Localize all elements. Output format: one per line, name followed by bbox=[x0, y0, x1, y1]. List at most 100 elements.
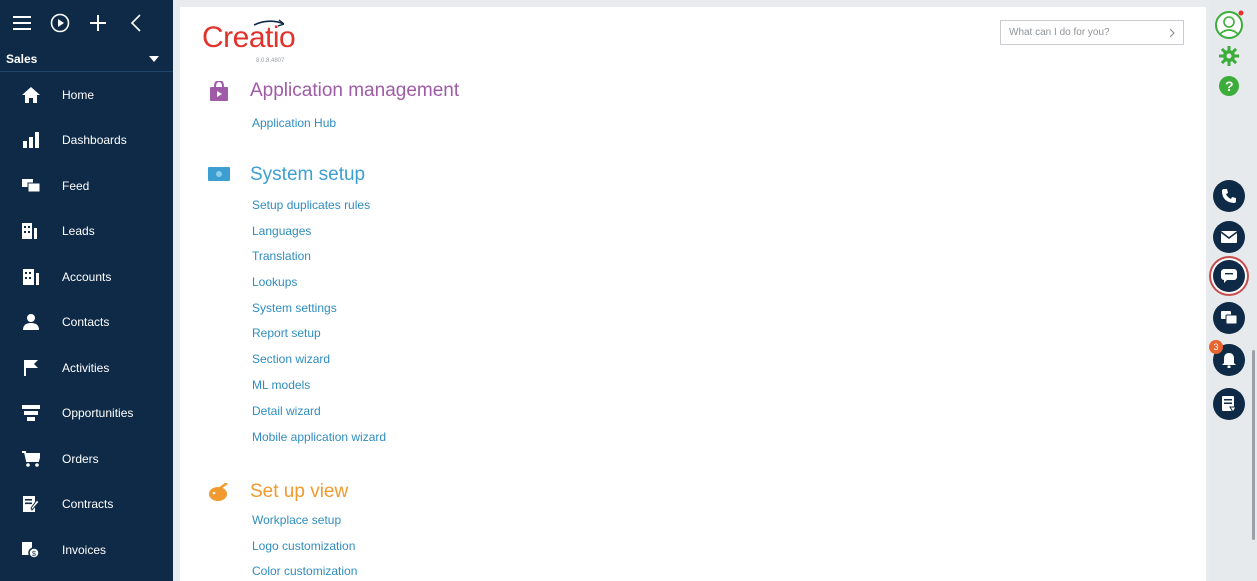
sidebar-item-leads[interactable]: Leads bbox=[0, 209, 173, 255]
dashboards-icon bbox=[22, 131, 40, 149]
opportunities-icon bbox=[22, 404, 40, 422]
sidebar-item-accounts[interactable]: Accounts bbox=[0, 254, 173, 300]
feed-icon bbox=[1221, 311, 1237, 325]
version-label: 8.0.8.4807 bbox=[256, 58, 285, 64]
workspace-selector[interactable]: Sales bbox=[0, 46, 173, 72]
link-detail-wizard[interactable]: Detail wizard bbox=[252, 404, 321, 418]
caret-down-icon bbox=[149, 55, 159, 62]
hamburger-icon bbox=[13, 16, 31, 30]
help-icon: ? bbox=[1219, 76, 1239, 96]
link-system-settings[interactable]: System settings bbox=[252, 301, 337, 315]
settings-button[interactable] bbox=[1219, 46, 1239, 66]
sidebar-item-label: Activities bbox=[62, 360, 110, 375]
sidebar-nav: Home Dashboards Feed Leads Accounts Cont… bbox=[0, 72, 173, 573]
link-languages[interactable]: Languages bbox=[252, 224, 311, 238]
notification-badge: 3 bbox=[1209, 340, 1223, 354]
profile-button[interactable] bbox=[1214, 10, 1244, 40]
leads-icon bbox=[22, 222, 40, 240]
sidebar-item-label: Feed bbox=[62, 178, 90, 193]
bell-icon bbox=[1222, 353, 1236, 368]
link-application-hub[interactable]: Application Hub bbox=[252, 116, 336, 130]
link-setup-duplicates-rules[interactable]: Setup duplicates rules bbox=[252, 198, 370, 212]
link-section-wizard[interactable]: Section wizard bbox=[252, 352, 330, 366]
workspace-label: Sales bbox=[6, 51, 38, 66]
sidebar-item-label: Accounts bbox=[62, 269, 112, 284]
sidebar-item-label: Home bbox=[62, 87, 95, 102]
chevron-right-icon[interactable] bbox=[1169, 28, 1175, 38]
link-translation[interactable]: Translation bbox=[252, 249, 311, 263]
chat-icon bbox=[1221, 269, 1237, 283]
sidebar-item-contacts[interactable]: Contacts bbox=[0, 300, 173, 346]
chat-button[interactable] bbox=[1213, 260, 1245, 292]
sidebar-topbar bbox=[0, 0, 173, 46]
creatio-logo[interactable]: Creatio 8.0.8.4807 bbox=[202, 19, 296, 64]
command-search-input[interactable] bbox=[1009, 27, 1159, 38]
sidebar-item-label: Contracts bbox=[62, 497, 114, 512]
section-system-setup: System setup bbox=[208, 164, 365, 186]
run-process-button[interactable] bbox=[48, 11, 72, 35]
gear-icon bbox=[1219, 46, 1239, 66]
notifications-button[interactable]: 3 bbox=[1209, 340, 1245, 376]
email-icon bbox=[1221, 231, 1237, 243]
section-title: Set up view bbox=[250, 481, 349, 502]
monitor-gear-icon bbox=[208, 164, 230, 186]
link-logo-customization[interactable]: Logo customization bbox=[252, 539, 355, 553]
document-icon bbox=[1222, 396, 1236, 412]
logo-swoosh-icon bbox=[254, 19, 284, 27]
paint-palette-icon bbox=[208, 481, 230, 503]
sidebar-item-feed[interactable]: Feed bbox=[0, 163, 173, 209]
section-application-management: Application management bbox=[208, 80, 459, 102]
sidebar-item-orders[interactable]: Orders bbox=[0, 436, 173, 482]
link-mobile-application-wizard[interactable]: Mobile application wizard bbox=[252, 430, 386, 444]
email-button[interactable] bbox=[1213, 221, 1245, 253]
sidebar-item-opportunities[interactable]: Opportunities bbox=[0, 391, 173, 437]
help-button[interactable]: ? bbox=[1219, 76, 1239, 96]
plus-icon bbox=[90, 15, 106, 31]
home-icon bbox=[22, 86, 40, 104]
link-ml-models[interactable]: ML models bbox=[252, 378, 310, 392]
link-color-customization[interactable]: Color customization bbox=[252, 564, 357, 578]
sidebar-item-home[interactable]: Home bbox=[0, 72, 173, 118]
communication-panel: ? 3 bbox=[1209, 0, 1257, 581]
accounts-icon bbox=[22, 268, 40, 286]
sidebar-item-invoices[interactable]: $ Invoices bbox=[0, 527, 173, 573]
phone-icon bbox=[1222, 189, 1236, 203]
orders-icon bbox=[22, 450, 40, 468]
link-report-setup[interactable]: Report setup bbox=[252, 326, 321, 340]
sidebar-item-label: Leads bbox=[62, 224, 95, 239]
contracts-icon bbox=[22, 495, 40, 513]
feed-icon bbox=[22, 177, 40, 195]
sidebar-item-label: Dashboards bbox=[62, 133, 127, 148]
sidebar-item-label: Invoices bbox=[62, 542, 107, 557]
phone-button[interactable] bbox=[1213, 180, 1245, 212]
section-title: System setup bbox=[250, 164, 366, 185]
document-button[interactable] bbox=[1213, 388, 1245, 420]
link-workplace-setup[interactable]: Workplace setup bbox=[252, 513, 341, 527]
esn-feed-button[interactable] bbox=[1213, 302, 1245, 334]
sidebar-item-activities[interactable]: Activities bbox=[0, 345, 173, 391]
sidebar: Sales Home Dashboards Feed Leads Account… bbox=[0, 0, 173, 581]
link-lookups[interactable]: Lookups bbox=[252, 275, 297, 289]
section-set-up-view: Set up view bbox=[208, 481, 348, 503]
add-button[interactable] bbox=[86, 11, 110, 35]
menu-button[interactable] bbox=[10, 11, 34, 35]
section-title: Application management bbox=[250, 80, 460, 101]
command-line[interactable] bbox=[1000, 20, 1184, 45]
chevron-left-icon bbox=[130, 14, 141, 32]
sidebar-item-label: Orders bbox=[62, 451, 99, 466]
sidebar-item-dashboards[interactable]: Dashboards bbox=[0, 118, 173, 164]
sidebar-item-label: Opportunities bbox=[62, 406, 134, 421]
activities-icon bbox=[22, 359, 40, 377]
main-scrollbar[interactable] bbox=[1252, 350, 1255, 540]
svg-text:$: $ bbox=[32, 551, 36, 558]
main-panel: Creatio 8.0.8.4807 Application managemen… bbox=[180, 7, 1206, 581]
user-profile-icon bbox=[1215, 10, 1244, 39]
shopping-bag-icon bbox=[208, 80, 230, 102]
sidebar-item-contracts[interactable]: Contracts bbox=[0, 482, 173, 528]
sidebar-item-label: Contacts bbox=[62, 315, 110, 330]
svg-text:?: ? bbox=[1225, 78, 1234, 94]
contacts-icon bbox=[22, 313, 40, 331]
collapse-button[interactable] bbox=[124, 11, 148, 35]
play-circle-icon bbox=[50, 13, 70, 33]
invoices-icon: $ bbox=[22, 541, 40, 559]
